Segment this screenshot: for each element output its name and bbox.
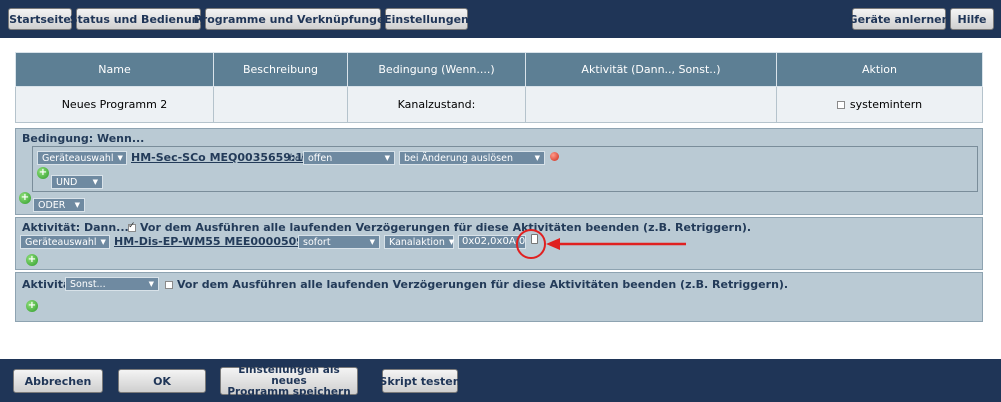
bottom-action-bar: Abbrechen OK Einstellungen als neues Pro… [0,359,1001,402]
test-script-button[interactable]: Skript testen [379,369,461,393]
cancel-button[interactable]: Abbrechen [13,369,103,393]
annotation-arrow-head [546,238,560,250]
ok-button[interactable]: OK [118,369,206,393]
save-as-new-program-button[interactable]: Einstellungen als neues Programm speiche… [220,364,358,397]
annotation-overlay [516,229,686,259]
annotation-circle [516,229,546,259]
